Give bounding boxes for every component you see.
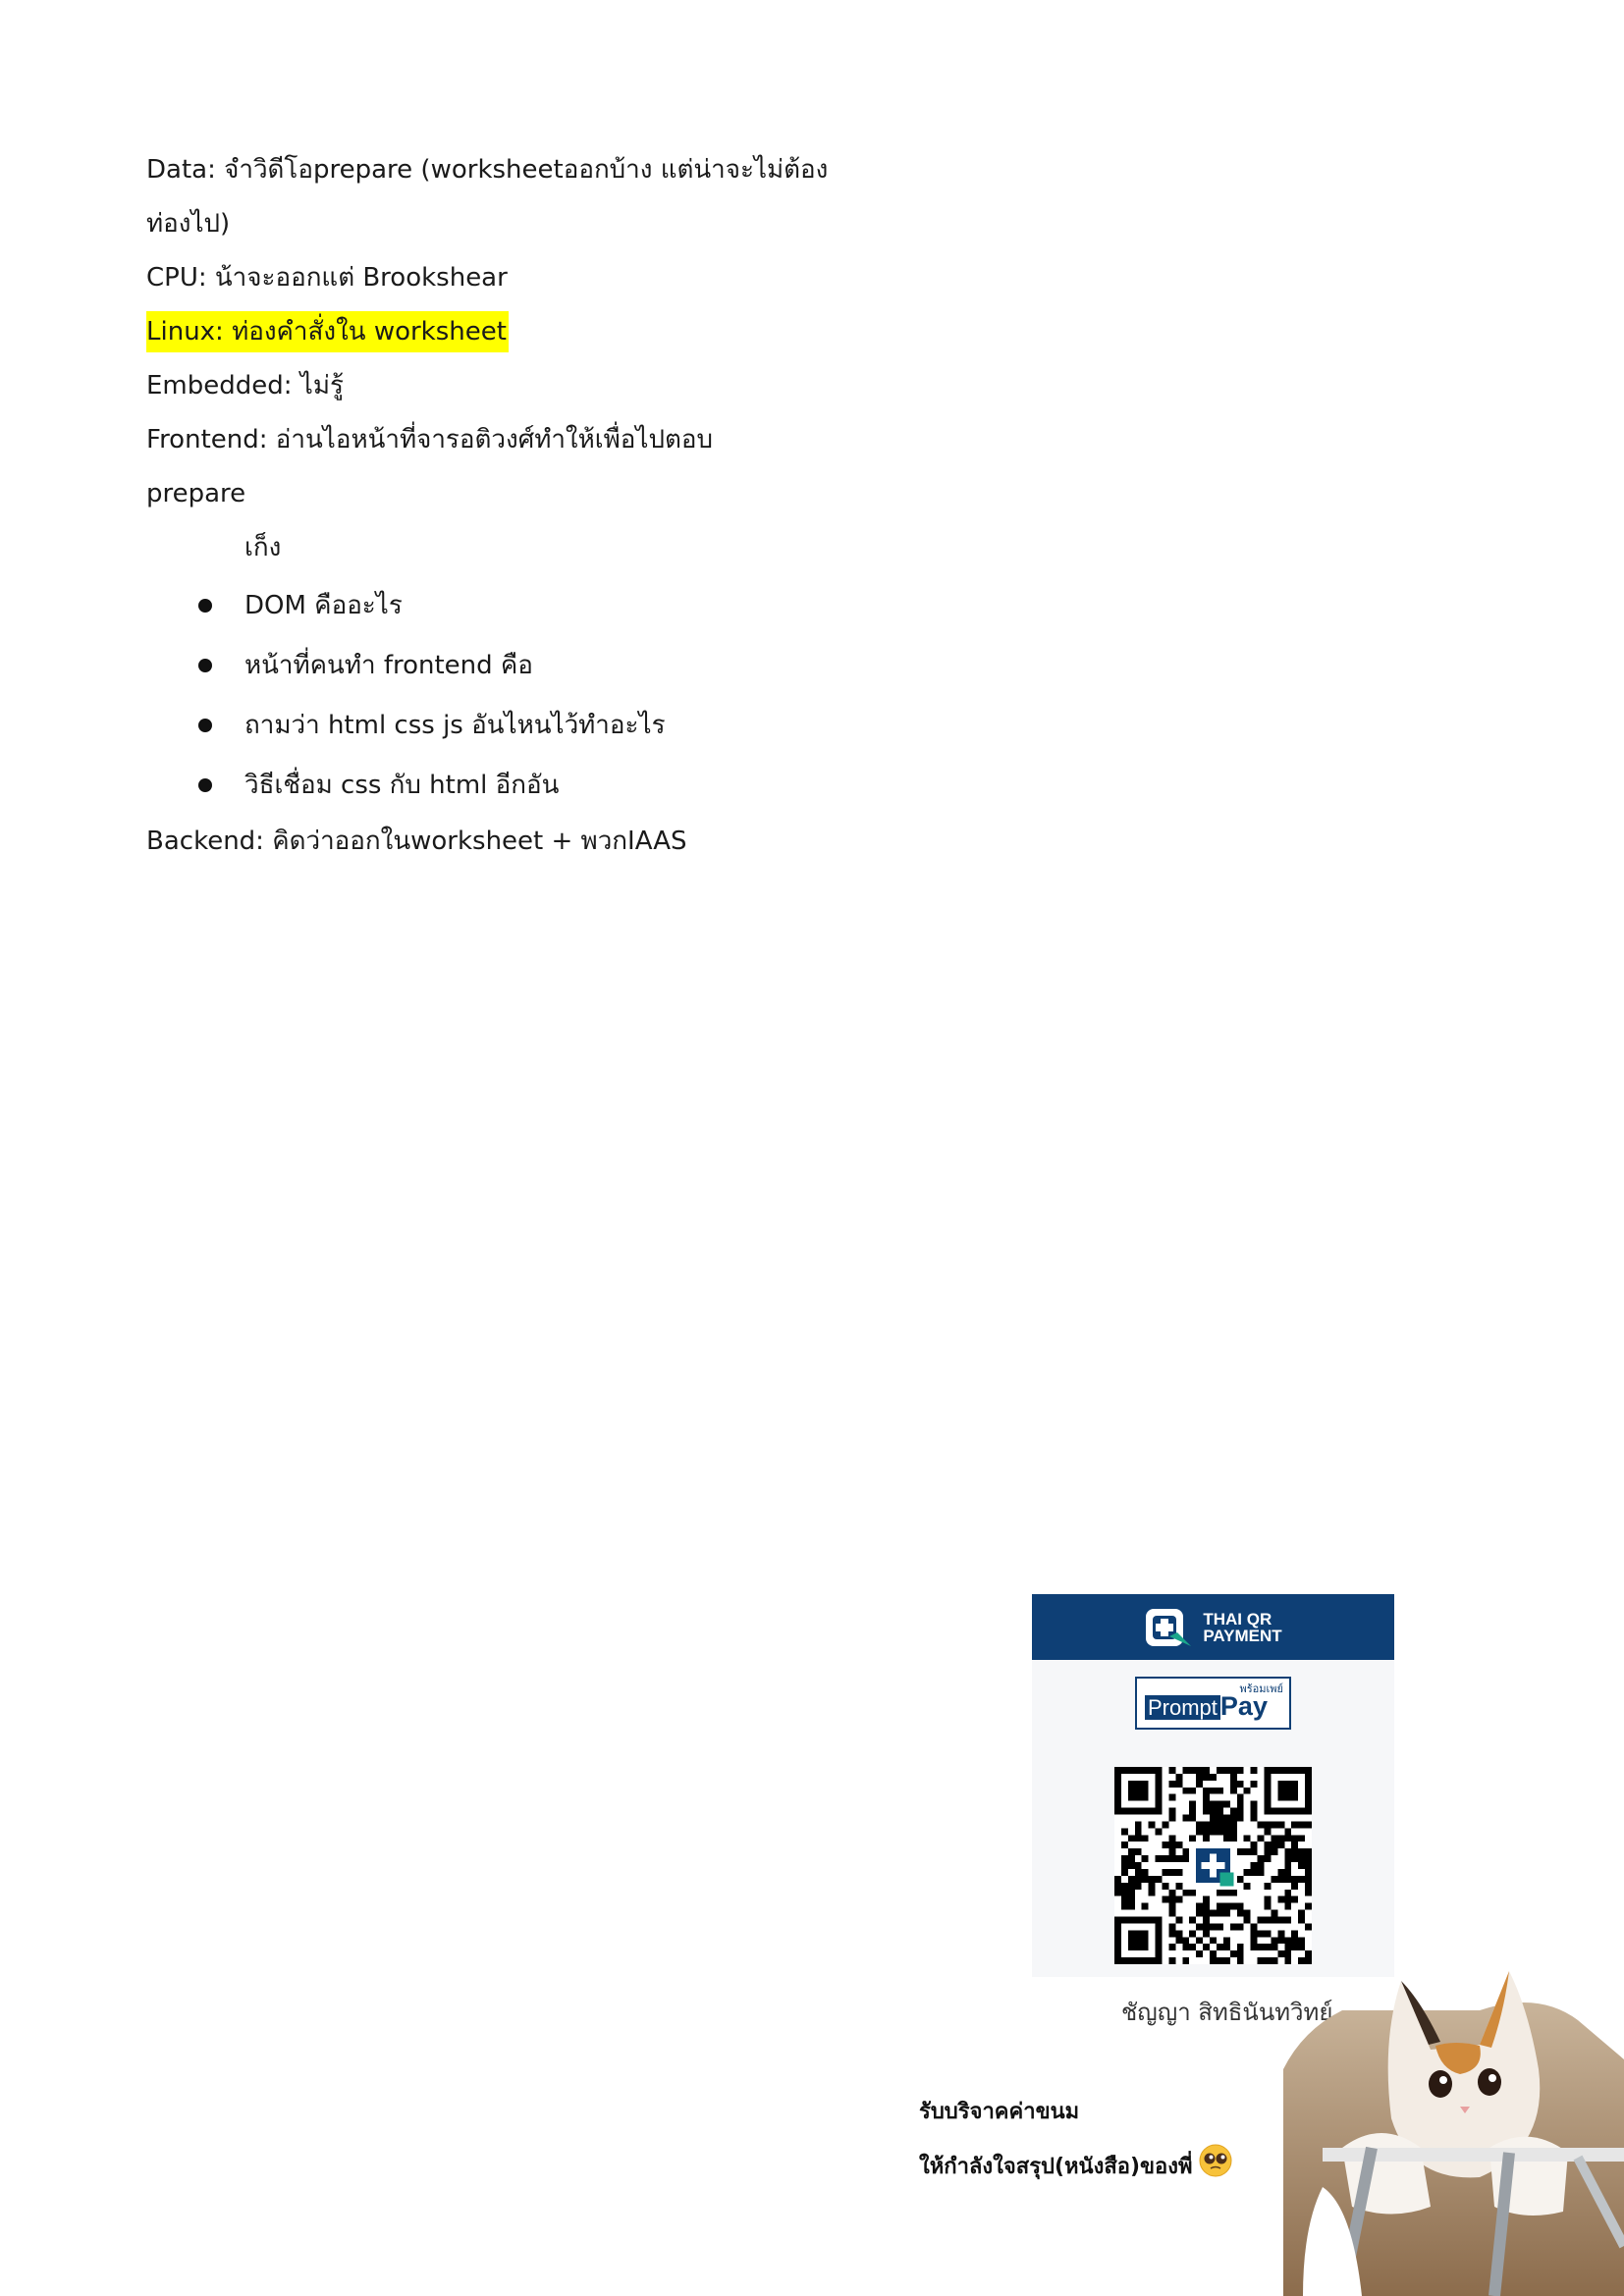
data-line-1: Data: จำวิดีโอprepare (worksheetออกบ้าง …: [146, 155, 829, 185]
list-item: DOM คืออะไร: [146, 579, 893, 639]
linux-line: Linux: ท่องคำสั่งใน worksheet: [146, 309, 893, 363]
guess-list: DOM คืออะไร หน้าที่คนทำ frontend คือ ถาม…: [146, 579, 893, 819]
list-item: วิธีเชื่อม css กับ html อีกอัน: [146, 759, 893, 819]
guess-heading: เก็ง: [244, 533, 282, 562]
frontend-line-2: prepare: [146, 479, 246, 508]
cpu-line: CPU: น้าจะออกแต่ Brookshear: [146, 263, 508, 293]
qr-brand-text: THAI QR PAYMENT: [1203, 1609, 1282, 1645]
bullet-dot-icon: [198, 659, 212, 672]
linux-highlight: Linux: ท่องคำสั่งใน worksheet: [146, 311, 509, 352]
promptpay-wordmark: Prompt Pay: [1145, 1691, 1268, 1722]
frontend-line-1: Frontend: อ่านไอหน้าที่จารอติวงศ์ทำให้เพ…: [146, 425, 713, 454]
donation-line-2: ให้กำลังใจสรุป(หนังสือ)ของพี่: [919, 2144, 1232, 2195]
qr-card-header: THAI QR PAYMENT: [1032, 1594, 1394, 1660]
bullet-dot-icon: [198, 719, 212, 732]
qr-code-icon: [1114, 1767, 1312, 1964]
donation-line-1: รับบริจาคค่าขนม: [919, 2100, 1080, 2124]
thai-qr-payment-card: THAI QR PAYMENT พร้อมเพย์ Prompt Pay: [1032, 1594, 1394, 1977]
list-item: หน้าที่คนทำ frontend คือ: [146, 639, 893, 699]
pleading-face-emoji-icon: [1199, 2144, 1232, 2191]
list-item: ถามว่า html css js อันไหนไว้ทำอะไร: [146, 699, 893, 759]
embedded-line: Embedded: ไม่รู้: [146, 371, 344, 400]
bullet-dot-icon: [198, 599, 212, 613]
notes-section: Data: จำวิดีโอprepare (worksheetออกบ้าง …: [146, 147, 893, 873]
promptpay-logo: พร้อมเพย์ Prompt Pay: [1135, 1677, 1291, 1730]
donation-note: รับบริจาคค่าขนม ให้กำลังใจสรุป(หนังสือ)ข…: [919, 2093, 1232, 2195]
thai-qr-logo-icon: [1144, 1607, 1193, 1648]
bullet-dot-icon: [198, 778, 212, 792]
cat-photo-icon: [1283, 1971, 1624, 2296]
data-line-2: ท่องไป): [146, 209, 231, 239]
backend-line: Backend: คิดว่าออกในworksheet + พวกIAAS: [146, 827, 687, 856]
